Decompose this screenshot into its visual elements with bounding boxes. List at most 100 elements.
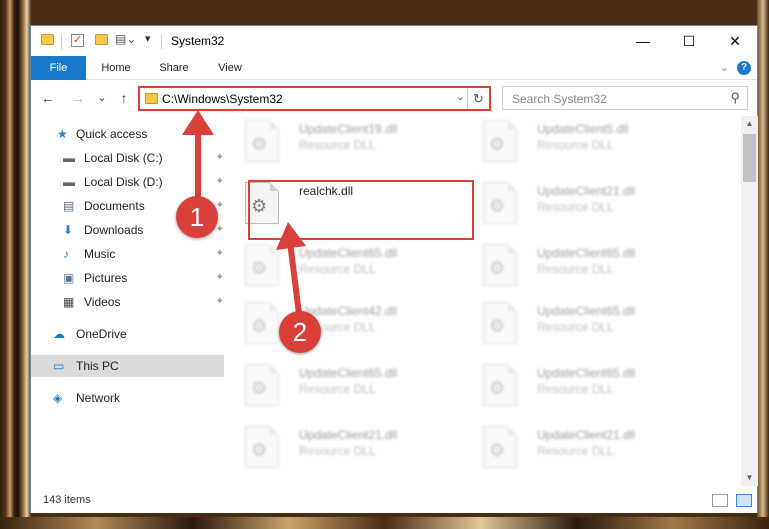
back-button[interactable]: ← [39,88,57,108]
dll-file-icon: ⚙ [483,244,517,286]
gear-icon: ⚙ [251,378,268,398]
sidebar-item-label: Pictures [84,271,128,285]
desktop-background-strip [0,517,769,529]
sidebar-item-local-disk-d[interactable]: ▬ Local Disk (D:) ✦ [31,171,224,193]
file-name: UpdateClient65.dll [537,366,636,380]
tab-view[interactable]: View [207,56,253,80]
sidebar-item-label: Documents [84,199,145,213]
star-icon: ★ [57,127,68,141]
file-item[interactable]: ⚙ UpdateClient21.dll Resource DLL [467,422,695,480]
title-bar: ✓ ▤⌄ ▾ System32 — ☐ ✕ [31,26,757,56]
file-name: UpdateClient65.dll [299,366,398,380]
sidebar-item-network[interactable]: ◈ Network [31,387,224,409]
dll-file-icon: ⚙ [245,364,279,406]
sidebar-item-pictures[interactable]: ▣ Pictures ✦ [31,267,224,289]
file-item[interactable]: ⚙ UpdateClient65.dll Resource DLL [229,240,457,298]
file-type: Resource DLL [299,444,376,458]
refresh-button[interactable]: ↻ [467,88,489,109]
dll-file-icon: ⚙ [245,302,279,344]
vertical-scrollbar[interactable]: ▲ ▼ [741,116,758,486]
new-folder-icon[interactable] [95,34,108,45]
desktop-background [757,0,769,529]
sidebar-item-local-disk-c[interactable]: ▬ Local Disk (C:) ✦ [31,147,224,169]
realchk-highlight-box [248,180,474,240]
dll-file-icon: ⚙ [483,182,517,224]
folder-icon [145,93,158,104]
customize-toolbar-icon[interactable]: ▤⌄ [115,32,136,46]
file-item[interactable]: ⚙ UpdateClient21.dll Resource DLL [467,178,695,236]
file-name: UpdateClient21.dll [537,428,636,442]
gear-icon: ⚙ [489,440,506,460]
dll-file-icon: ⚙ [245,244,279,286]
recent-locations-button[interactable]: ⌄ [93,88,111,108]
file-item[interactable]: ⚙ UpdateClient5.dll Resource DLL [467,116,695,174]
file-name: UpdateClient5.dll [537,122,629,136]
documents-icon: ▤ [63,199,75,213]
up-button[interactable]: ↑ [115,88,133,108]
address-path[interactable]: C:\Windows\System32 [162,92,283,106]
search-icon[interactable]: ⚲ [730,90,740,106]
scroll-down-icon[interactable]: ▼ [741,470,758,486]
file-name: UpdateClient65.dll [537,246,636,260]
file-item[interactable]: ⚙ UpdateClient65.dll Resource DLL [467,298,695,356]
pin-icon[interactable]: ✦ [216,267,224,289]
address-bar[interactable]: C:\Windows\System32 ⌄ ↻ [138,86,491,111]
dll-file-icon: ⚙ [245,120,279,162]
sidebar-item-label: Downloads [84,223,144,237]
file-item[interactable]: ⚙ UpdateClient65.dll Resource DLL [467,360,695,418]
dll-file-icon: ⚙ [483,120,517,162]
forward-button[interactable]: → [69,88,87,108]
minimize-button[interactable]: — [620,26,666,56]
status-bar: 143 items [31,489,757,513]
pin-icon[interactable]: ✦ [216,291,224,313]
pin-icon[interactable]: ✦ [216,243,224,265]
gear-icon: ⚙ [489,196,506,216]
file-item[interactable]: ⚙ UpdateClient21.dll Resource DLL [229,422,457,480]
folder-icon [41,34,54,45]
sidebar-item-videos[interactable]: ▦ Videos ✦ [31,291,224,313]
expand-ribbon-icon[interactable]: ⌄ [720,61,729,74]
help-icon[interactable]: ? [737,61,751,75]
scrollbar-thumb[interactable] [743,134,756,182]
file-type: Resource DLL [537,262,614,276]
sidebar-item-quick-access[interactable]: ★ Quick access [31,123,224,145]
pin-icon[interactable]: ✦ [216,171,224,193]
file-type: Resource DLL [299,138,376,152]
file-item[interactable]: ⚙ UpdateClient65.dll Resource DLL [467,240,695,298]
file-type: Resource DLL [537,382,614,396]
pin-icon[interactable]: ✦ [216,147,224,169]
gear-icon: ⚙ [489,258,506,278]
file-name: UpdateClient21.dll [537,184,636,198]
address-dropdown-icon[interactable]: ⌄ [456,90,465,103]
file-type: Resource DLL [537,320,614,334]
scroll-up-icon[interactable]: ▲ [741,116,758,132]
sidebar-item-label: Quick access [76,127,148,141]
tab-share[interactable]: Share [151,56,197,80]
window-title: System32 [171,34,225,48]
maximize-button[interactable]: ☐ [666,26,712,56]
sidebar-item-onedrive[interactable]: ☁ OneDrive [31,323,224,345]
search-input[interactable]: Search System32 [512,92,607,106]
sidebar-item-music[interactable]: ♪ Music ✦ [31,243,224,265]
large-icons-view-icon[interactable] [736,494,752,507]
toolbar-divider [161,35,162,49]
sidebar-item-this-pc[interactable]: ▭ This PC [31,355,224,377]
toolbar-dropdown-icon[interactable]: ▾ [145,32,151,45]
file-type: Resource DLL [537,444,614,458]
details-view-icon[interactable] [712,494,728,507]
file-item[interactable]: ⚙ UpdateClient65.dll Resource DLL [229,360,457,418]
file-item[interactable]: ⚙ UpdateClient19.dll Resource DLL [229,116,457,174]
properties-icon[interactable]: ✓ [71,34,84,47]
tab-home[interactable]: Home [93,56,139,80]
file-type: Resource DLL [537,138,614,152]
file-name: UpdateClient65.dll [537,304,636,318]
sidebar-item-label: This PC [76,359,119,373]
search-box[interactable]: Search System32 ⚲ [502,86,748,110]
close-button[interactable]: ✕ [712,26,758,56]
drive-icon: ▬ [63,175,75,189]
file-item[interactable]: ⚙ UpdateClient42.dll Resource DLL [229,298,457,356]
cloud-icon: ☁ [53,327,65,341]
tab-file[interactable]: File [31,56,86,80]
file-name: UpdateClient21.dll [299,428,398,442]
dll-file-icon: ⚙ [483,426,517,468]
